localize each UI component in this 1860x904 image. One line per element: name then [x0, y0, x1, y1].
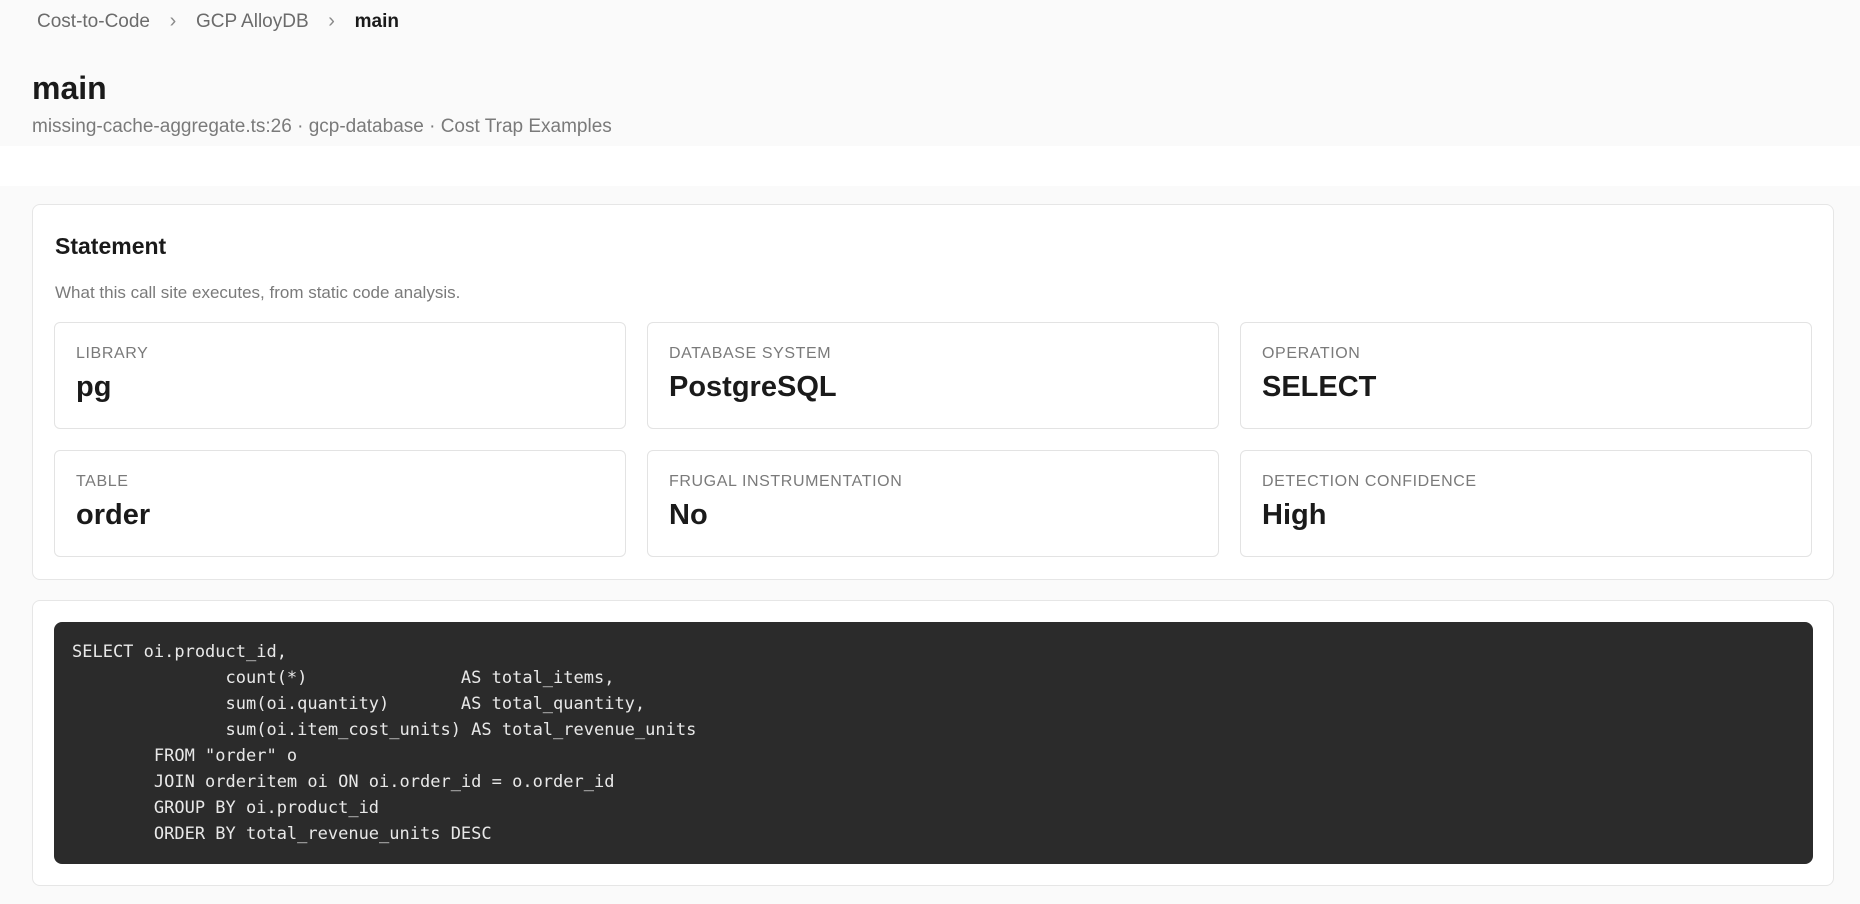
code-card: SELECT oi.product_id, count(*) AS total_… — [32, 600, 1834, 886]
stat-value: order — [76, 499, 151, 531]
statement-title: Statement — [55, 233, 167, 259]
statement-description: What this call site executes, from stati… — [55, 283, 461, 302]
stat-library: LIBRARY pg — [54, 322, 626, 429]
stat-table: TABLE order — [54, 450, 626, 557]
stat-label: DATABASE SYSTEM — [669, 345, 832, 362]
stat-label: OPERATION — [1262, 345, 1361, 362]
stat-value: SELECT — [1262, 371, 1377, 403]
breadcrumb-item-gcp-alloydb[interactable]: GCP AlloyDB — [196, 11, 309, 33]
breadcrumb-item-cost-to-code[interactable]: Cost-to-Code — [37, 11, 150, 33]
page-subtitle: missing-cache-aggregate.ts:26 · gcp-data… — [32, 116, 612, 137]
stat-value: High — [1262, 499, 1327, 531]
stat-label: DETECTION CONFIDENCE — [1262, 473, 1477, 490]
statement-card: Statement What this call site executes, … — [32, 204, 1834, 580]
main-content: Statement What this call site executes, … — [0, 186, 1860, 904]
chevron-right-icon: › — [328, 10, 335, 32]
stat-value: PostgreSQL — [669, 371, 837, 403]
stat-operation: OPERATION SELECT — [1240, 322, 1812, 429]
breadcrumb-item-current: main — [354, 10, 399, 32]
stat-label: FRUGAL INSTRUMENTATION — [669, 473, 903, 490]
stat-label: LIBRARY — [76, 345, 149, 362]
chevron-right-icon: › — [169, 10, 177, 32]
page-title: main — [32, 70, 107, 106]
page-header: Cost-to-Code › GCP AlloyDB › main main m… — [0, 0, 1860, 146]
sql-code-block[interactable]: SELECT oi.product_id, count(*) AS total_… — [54, 622, 1813, 864]
stat-value: No — [669, 499, 708, 531]
stat-label: TABLE — [76, 473, 129, 490]
stat-detection-confidence: DETECTION CONFIDENCE High — [1240, 450, 1812, 557]
stat-frugal-instrumentation: FRUGAL INSTRUMENTATION No — [647, 450, 1219, 557]
stat-value: pg — [76, 371, 112, 403]
breadcrumb: Cost-to-Code › GCP AlloyDB › main — [37, 10, 399, 33]
stat-database-system: DATABASE SYSTEM PostgreSQL — [647, 322, 1219, 429]
stat-grid: LIBRARY pg DATABASE SYSTEM PostgreSQL OP… — [54, 322, 1813, 557]
divider-band — [0, 146, 1860, 186]
